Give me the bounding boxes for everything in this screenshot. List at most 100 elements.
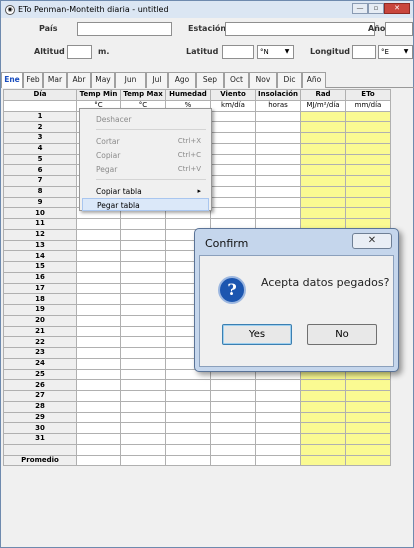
data-cell[interactable] — [210, 400, 256, 413]
data-cell[interactable] — [120, 293, 166, 305]
data-cell[interactable] — [345, 110, 391, 123]
data-cell[interactable] — [165, 411, 211, 424]
data-cell[interactable] — [255, 175, 301, 187]
data-cell[interactable] — [345, 400, 391, 413]
longitud-input[interactable] — [352, 45, 376, 59]
data-cell[interactable] — [210, 443, 256, 456]
data-cell[interactable] — [345, 207, 391, 219]
data-cell[interactable] — [76, 422, 121, 434]
data-cell[interactable] — [345, 379, 391, 391]
data-cell[interactable] — [210, 411, 256, 424]
tab-nov[interactable]: Nov — [249, 72, 277, 88]
data-cell[interactable] — [120, 218, 166, 230]
data-cell[interactable] — [76, 282, 121, 295]
latitud-input[interactable] — [222, 45, 254, 59]
data-cell[interactable] — [76, 347, 121, 359]
data-cell[interactable] — [120, 368, 166, 381]
data-cell[interactable] — [76, 400, 121, 413]
data-cell[interactable] — [120, 422, 166, 434]
data-cell[interactable] — [210, 164, 256, 176]
data-cell[interactable] — [255, 132, 301, 144]
data-cell[interactable] — [255, 207, 301, 219]
tab-ago[interactable]: Ago — [168, 72, 196, 88]
data-cell[interactable] — [255, 433, 301, 445]
data-cell[interactable] — [300, 207, 346, 219]
maximize-button[interactable]: ▫ — [368, 3, 384, 14]
data-cell[interactable] — [300, 454, 346, 467]
data-cell[interactable] — [120, 433, 166, 445]
data-cell[interactable] — [76, 239, 121, 252]
data-cell[interactable] — [255, 400, 301, 413]
data-cell[interactable] — [76, 293, 121, 305]
data-cell[interactable] — [210, 207, 256, 219]
data-cell[interactable] — [210, 379, 256, 391]
data-cell[interactable] — [300, 443, 346, 456]
tab-año[interactable]: Año — [302, 72, 326, 88]
data-cell[interactable] — [120, 250, 166, 262]
menu-item-deshacer[interactable]: Deshacer — [82, 113, 209, 126]
tab-sep[interactable]: Sep — [196, 72, 224, 88]
data-cell[interactable] — [345, 196, 391, 209]
data-cell[interactable] — [210, 175, 256, 187]
data-cell[interactable] — [210, 454, 256, 467]
data-cell[interactable] — [255, 411, 301, 424]
data-cell[interactable] — [76, 250, 121, 262]
tab-oct[interactable]: Oct — [224, 72, 249, 88]
lat-dir-select[interactable]: °N ▼ — [257, 45, 294, 59]
tab-mar[interactable]: Mar — [43, 72, 67, 88]
data-cell[interactable] — [76, 454, 121, 467]
data-cell[interactable] — [76, 261, 121, 273]
data-cell[interactable] — [120, 314, 166, 327]
anio-input[interactable] — [385, 22, 413, 36]
data-cell[interactable] — [120, 282, 166, 295]
data-cell[interactable] — [255, 196, 301, 209]
data-cell[interactable] — [345, 164, 391, 176]
data-cell[interactable] — [165, 400, 211, 413]
data-cell[interactable] — [345, 422, 391, 434]
data-cell[interactable] — [345, 433, 391, 445]
data-cell[interactable] — [255, 164, 301, 176]
data-cell[interactable] — [120, 400, 166, 413]
data-cell[interactable] — [300, 390, 346, 402]
data-cell[interactable] — [300, 379, 346, 391]
data-cell[interactable] — [345, 175, 391, 187]
data-cell[interactable] — [300, 175, 346, 187]
data-cell[interactable] — [210, 390, 256, 402]
data-cell[interactable] — [210, 121, 256, 133]
data-cell[interactable] — [76, 357, 121, 370]
data-cell[interactable] — [255, 185, 301, 198]
data-cell[interactable] — [165, 390, 211, 402]
data-cell[interactable] — [255, 153, 301, 166]
data-cell[interactable] — [210, 142, 256, 155]
data-cell[interactable] — [255, 142, 301, 155]
data-cell[interactable] — [210, 185, 256, 198]
data-cell[interactable] — [210, 132, 256, 144]
data-cell[interactable] — [120, 443, 166, 456]
data-cell[interactable] — [165, 422, 211, 434]
data-cell[interactable] — [76, 411, 121, 424]
data-cell[interactable] — [345, 132, 391, 144]
data-cell[interactable] — [120, 228, 166, 241]
data-cell[interactable] — [76, 271, 121, 284]
tab-jun[interactable]: Jun — [115, 72, 146, 88]
data-cell[interactable] — [300, 142, 346, 155]
data-cell[interactable] — [345, 411, 391, 424]
data-cell[interactable] — [345, 121, 391, 133]
data-cell[interactable] — [300, 433, 346, 445]
estacion-input[interactable] — [225, 22, 375, 36]
data-cell[interactable] — [76, 325, 121, 338]
data-cell[interactable] — [165, 454, 211, 467]
data-cell[interactable] — [300, 185, 346, 198]
tab-may[interactable]: May — [91, 72, 115, 88]
data-cell[interactable] — [210, 153, 256, 166]
data-cell[interactable] — [300, 121, 346, 133]
lon-dir-select[interactable]: °E ▼ — [378, 45, 413, 59]
menu-item-cortar[interactable]: Cortar Ctrl+X — [82, 135, 209, 148]
no-button[interactable]: No — [307, 324, 377, 345]
data-cell[interactable] — [120, 261, 166, 273]
data-cell[interactable] — [255, 390, 301, 402]
data-cell[interactable] — [300, 132, 346, 144]
data-cell[interactable] — [120, 357, 166, 370]
data-cell[interactable] — [76, 314, 121, 327]
data-cell[interactable] — [210, 196, 256, 209]
